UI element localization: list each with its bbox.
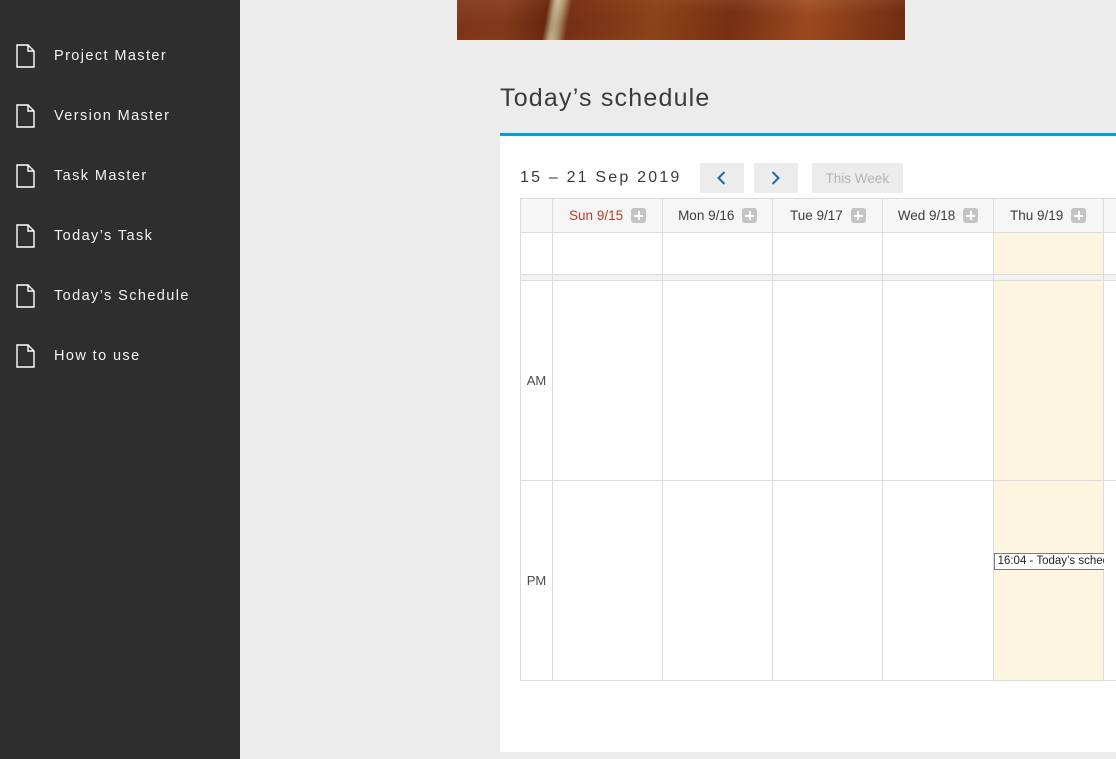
- this-week-button[interactable]: This Week: [811, 163, 904, 193]
- add-event-icon[interactable]: [742, 208, 758, 223]
- calendar-event[interactable]: 16:04 - Today’s sched: [993, 553, 1112, 570]
- sidebar-item-todays-task[interactable]: Today’s Task: [0, 206, 240, 266]
- all-day-cell-mon[interactable]: [662, 232, 774, 275]
- am-cell-thu[interactable]: [992, 280, 1104, 481]
- am-cell-mon[interactable]: [662, 280, 774, 481]
- pm-cell-fri[interactable]: [1102, 480, 1116, 681]
- period-label-pm: PM: [520, 480, 553, 681]
- pm-cell-mon[interactable]: [662, 480, 774, 681]
- all-day-cell-wed[interactable]: [882, 232, 994, 275]
- calendar-body: AM PM 16:04 - Today’s sched: [520, 232, 1116, 681]
- previous-week-button[interactable]: [699, 163, 744, 193]
- day-label: Tue 9/17: [789, 208, 843, 223]
- document-icon: [14, 103, 36, 129]
- am-row: AM: [520, 280, 1116, 481]
- pm-cell-sun[interactable]: [551, 480, 664, 681]
- calendar-column-header-sun: Sun 9/15: [551, 198, 664, 233]
- add-event-icon[interactable]: [850, 208, 866, 223]
- calendar-column-header-wed: Wed 9/18: [882, 198, 994, 233]
- sidebar-item-how-to-use[interactable]: How to use: [0, 326, 240, 386]
- main-content: Today’s schedule 15 – 21 Sep 2019 This W…: [240, 0, 1116, 759]
- document-icon: [14, 283, 36, 309]
- document-icon: [14, 43, 36, 69]
- sidebar: Project Master Version Master Task Maste…: [0, 0, 240, 759]
- document-icon: [14, 223, 36, 249]
- calendar-header: Sun 9/15 Mon 9/16 Tue 9/17 Wed 9/18 Thu …: [520, 198, 1116, 233]
- calendar-column-header-tue: Tue 9/17: [772, 198, 884, 233]
- calendar-container: Sun 9/15 Mon 9/16 Tue 9/17 Wed 9/18 Thu …: [500, 198, 1116, 681]
- next-week-button[interactable]: [753, 163, 798, 193]
- pm-row: PM 16:04 - Today’s sched: [520, 480, 1116, 681]
- chevron-right-icon: [754, 171, 798, 185]
- calendar-column-header-fri: Fri 9/20: [1102, 198, 1116, 233]
- sidebar-item-task-master[interactable]: Task Master: [0, 146, 240, 206]
- am-cell-fri[interactable]: [1102, 280, 1116, 481]
- am-cell-wed[interactable]: [882, 280, 994, 481]
- add-event-icon[interactable]: [1071, 208, 1087, 223]
- day-label: Wed 9/18: [897, 208, 956, 223]
- period-gutter-header: [520, 198, 553, 233]
- document-icon: [14, 163, 36, 189]
- sidebar-item-label: Project Master: [54, 48, 168, 64]
- add-event-icon[interactable]: [963, 208, 979, 223]
- date-range-label: 15 – 21 Sep 2019: [520, 169, 682, 186]
- calendar-header-row: Sun 9/15 Mon 9/16 Tue 9/17 Wed 9/18 Thu …: [520, 198, 1116, 233]
- page-title: Today’s schedule: [500, 84, 711, 112]
- sidebar-item-version-master[interactable]: Version Master: [0, 86, 240, 146]
- schedule-card: 15 – 21 Sep 2019 This Week Sun 9/15 Mon …: [500, 133, 1116, 752]
- document-icon: [14, 343, 36, 369]
- pm-cell-wed[interactable]: [882, 480, 994, 681]
- period-label-am: AM: [520, 280, 553, 481]
- desert-road-photo: [457, 0, 905, 40]
- chevron-left-icon: [700, 171, 744, 185]
- day-label: Thu 9/19: [1009, 208, 1064, 223]
- all-day-cell-thu[interactable]: [992, 232, 1104, 275]
- all-day-cell-fri[interactable]: [1102, 232, 1116, 275]
- sidebar-item-label: Today’s Schedule: [54, 288, 190, 304]
- all-day-row: [520, 232, 1116, 275]
- weekly-calendar-table: Sun 9/15 Mon 9/16 Tue 9/17 Wed 9/18 Thu …: [520, 198, 1116, 681]
- sidebar-item-project-master[interactable]: Project Master: [0, 26, 240, 86]
- am-cell-tue[interactable]: [772, 280, 884, 481]
- sidebar-item-label: Version Master: [54, 108, 171, 124]
- app-root: Project Master Version Master Task Maste…: [0, 0, 1116, 759]
- card-footer: View the calendar: [500, 681, 1116, 736]
- pm-cell-tue[interactable]: [772, 480, 884, 681]
- calendar-column-header-mon: Mon 9/16: [662, 198, 774, 233]
- all-day-gutter-cell: [520, 232, 553, 275]
- day-label: Sun 9/15: [569, 208, 624, 223]
- header-banner-image: [457, 0, 905, 40]
- sidebar-item-todays-schedule[interactable]: Today’s Schedule: [0, 266, 240, 326]
- sidebar-item-label: Today’s Task: [54, 228, 154, 244]
- am-cell-sun[interactable]: [551, 280, 664, 481]
- sidebar-item-label: How to use: [54, 348, 141, 364]
- calendar-column-header-thu: Thu 9/19: [992, 198, 1104, 233]
- sidebar-item-label: Task Master: [54, 168, 148, 184]
- day-label: Mon 9/16: [678, 208, 735, 223]
- all-day-cell-tue[interactable]: [772, 232, 884, 275]
- pm-cell-thu[interactable]: 16:04 - Today’s sched: [992, 480, 1112, 681]
- all-day-cell-sun[interactable]: [551, 232, 664, 275]
- add-event-icon[interactable]: [631, 208, 647, 223]
- calendar-toolbar: 15 – 21 Sep 2019 This Week: [500, 136, 1116, 198]
